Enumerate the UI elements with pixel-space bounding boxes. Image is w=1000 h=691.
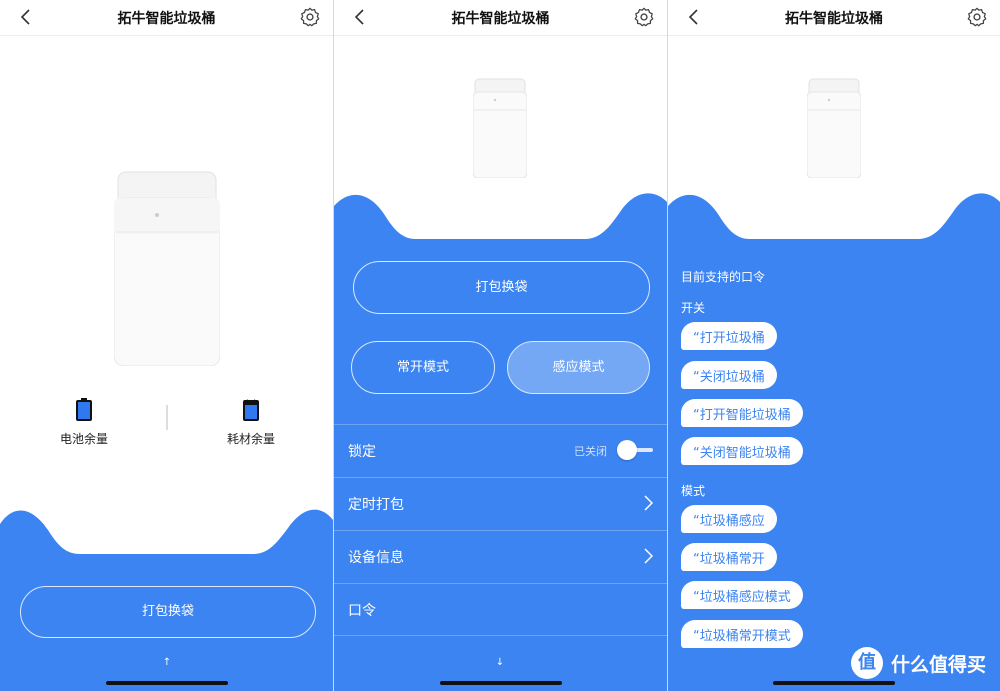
trash-can-image [114,171,220,366]
chevron-right-icon [644,495,653,511]
consumable-label: 耗材余量 [226,432,275,446]
watermark: 值 什么值得买 [850,647,986,679]
gear-icon[interactable] [966,6,988,28]
group-title-mode: 模式 [681,484,706,498]
row-label: 口令 [348,603,376,619]
command-chip[interactable]: “关闭垃圾桶 [681,361,777,389]
chevron-right-icon [644,548,653,564]
watermark-logo: 值 [850,647,883,679]
command-chip[interactable]: “垃圾桶感应 [681,505,777,533]
collapse-down-icon[interactable]: ↓ [490,657,510,668]
command-chip[interactable]: “打开垃圾桶 [681,322,777,350]
header: 拓牛智能垃圾桶 [0,0,333,36]
trash-can-image [807,78,861,178]
row-label: 定时打包 [348,497,404,513]
pack-bag-button[interactable]: 打包换袋 [353,261,650,314]
battery-label: 电池余量 [59,432,108,446]
lock-status: 已关闭 [574,445,607,458]
bag-level-icon [243,399,259,421]
command-chip[interactable]: “垃圾桶常开模式 [681,620,803,648]
screen-device-home: 拓牛智能垃圾桶 电池余量 耗材余量 打包换袋 ↑ [0,0,333,691]
home-indicator [106,681,228,685]
lock-toggle[interactable] [617,440,653,460]
page-title: 拓牛智能垃圾桶 [117,11,216,27]
gear-icon[interactable] [299,6,321,28]
row-label: 设备信息 [348,550,404,566]
settings-row-lock[interactable]: 锁定 已关闭 [334,424,667,477]
pack-bag-button[interactable]: 打包换袋 [20,586,316,638]
screen-device-settings: 拓牛智能垃圾桶 打包换袋 常开模式 感应模式 锁定 已关闭 定时打包 设备信息 [334,0,667,691]
screens: 拓牛智能垃圾桶 电池余量 耗材余量 打包换袋 ↑ 拓牛智能垃圾桶 打包换袋 常开… [0,0,1000,691]
settings-row-timed-pack[interactable]: 定时打包 [334,477,667,530]
home-indicator [440,681,562,685]
header: 拓牛智能垃圾桶 [668,0,1000,36]
divider [166,405,168,430]
command-chip[interactable]: “垃圾桶常开 [681,543,777,571]
command-chip[interactable]: “关闭智能垃圾桶 [681,437,803,465]
watermark-text: 什么值得买 [890,653,986,676]
command-chip[interactable]: “垃圾桶感应模式 [681,581,803,609]
trash-can-image [473,78,527,178]
battery-icon [76,398,92,421]
screen-voice-commands: 拓牛智能垃圾桶 目前支持的口令 开关 “打开垃圾桶 “关闭垃圾桶 “打开智能垃圾… [668,0,1000,691]
page-title: 拓牛智能垃圾桶 [785,11,883,27]
always-open-mode-button[interactable]: 常开模式 [351,341,495,394]
settings-row-voice-commands[interactable]: 口令 [334,583,667,636]
battery-indicator: 电池余量 [44,398,124,447]
commands-heading: 目前支持的口令 [681,270,766,284]
sensor-mode-button[interactable]: 感应模式 [507,341,650,394]
consumable-indicator: 耗材余量 [211,398,291,447]
expand-up-icon[interactable]: ↑ [157,657,177,668]
gear-icon[interactable] [633,6,655,28]
command-chip[interactable]: “打开智能垃圾桶 [681,399,803,427]
page-title: 拓牛智能垃圾桶 [451,11,550,27]
settings-row-device-info[interactable]: 设备信息 [334,530,667,583]
home-indicator [773,681,895,685]
group-title-switch: 开关 [681,301,706,315]
header: 拓牛智能垃圾桶 [334,0,667,36]
row-label: 锁定 [348,444,376,460]
